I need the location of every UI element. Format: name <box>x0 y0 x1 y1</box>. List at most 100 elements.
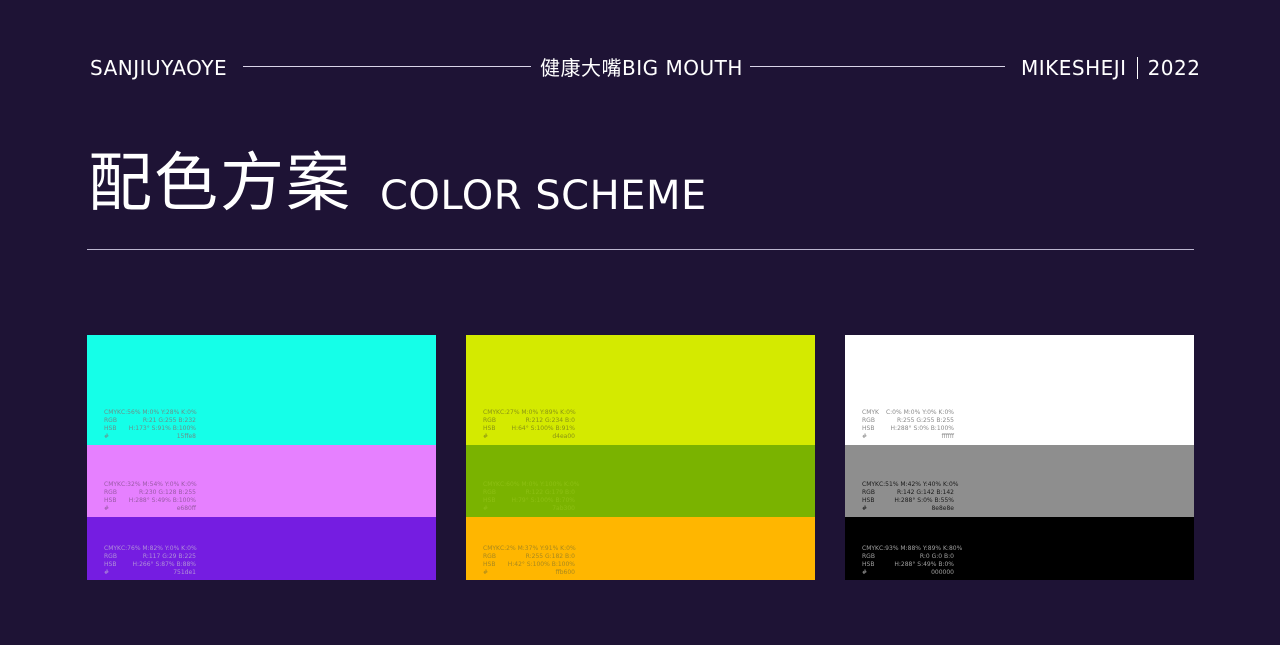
header-left-text: SANJIUYAOYE <box>90 56 228 80</box>
color-info-value: R:0 G:0 B:0 <box>919 553 954 560</box>
color-info: CMYK C:60% M:0% Y:100% K:0% RGB R:122 G:179… <box>483 481 579 513</box>
color-info-value: H:288° S:49% B:100% <box>128 497 196 504</box>
color-info-value: 8e8e8e <box>931 505 954 512</box>
color-info-value: H:42° S:100% B:100% <box>507 561 575 568</box>
color-info-row: CMYK C:0% M:0% Y:0% K:0% <box>862 409 954 417</box>
color-swatch: CMYK C:27% M:0% Y:89% K:0% RGB R:212 G:234 … <box>466 335 815 445</box>
color-info-label: # <box>862 505 868 512</box>
color-info-label: HSB <box>104 497 117 504</box>
color-info-value: H:288° S:49% B:0% <box>894 561 954 568</box>
color-info-value: R:117 G:29 B:225 <box>142 553 196 560</box>
color-info-label: CMYK <box>862 409 879 416</box>
color-info-row: CMYK C:51% M:42% Y:40% K:0% <box>862 481 958 489</box>
color-info-label: RGB <box>483 417 496 424</box>
color-info-row: CMYK C:27% M:0% Y:89% K:0% <box>483 409 576 417</box>
color-info-value: R:21 G:255 B:232 <box>142 417 196 424</box>
page-title-en: COLOR SCHEME <box>380 173 707 219</box>
color-info-row: #751de1 <box>104 569 196 577</box>
color-info-label: RGB <box>483 553 496 560</box>
color-info-label: RGB <box>483 489 496 496</box>
color-info-row: HSB H:266° S:87% B:88% <box>104 561 196 569</box>
color-info-value: 7ab300 <box>552 505 575 512</box>
color-info-row: RGB R:21 G:255 B:232 <box>104 417 196 425</box>
color-info-row: CMYK C:60% M:0% Y:100% K:0% <box>483 481 579 489</box>
color-info-value: C:32% M:54% Y:0% K:0% <box>120 481 197 488</box>
palette-card-1: CMYK C:56% M:0% Y:28% K:0% RGB R:21 G:255 B… <box>87 335 436 580</box>
color-info-value: e680ff <box>176 505 196 512</box>
color-info-label: # <box>104 433 110 440</box>
color-info-row: RGB R:122 G:179 B:0 <box>483 489 575 497</box>
color-swatch: CMYK C:76% M:82% Y:0% K:0% RGB R:117 G:29 B… <box>87 517 436 580</box>
color-swatch: CMYK C:32% M:54% Y:0% K:0% RGB R:230 G:128 … <box>87 445 436 517</box>
header-center-text: 健康大嘴BIG MOUTH <box>540 56 743 80</box>
color-info-value: C:60% M:0% Y:100% K:0% <box>499 481 580 488</box>
color-info-row: CMYK C:93% M:88% Y:89% K:80% <box>862 545 962 553</box>
color-info-row: HSB H:64° S:100% B:91% <box>483 425 575 433</box>
color-info-row: RGB R:212 G:234 B:0 <box>483 417 575 425</box>
color-info-label: CMYK <box>483 545 500 552</box>
color-info-label: # <box>104 569 110 576</box>
brand-name: MIKESHEJI <box>1021 56 1127 80</box>
color-info-row: HSB H:288° S:49% B:100% <box>104 497 196 505</box>
color-info-label: HSB <box>104 561 117 568</box>
color-info-label: # <box>862 569 868 576</box>
color-info-value: C:76% M:82% Y:0% K:0% <box>120 545 197 552</box>
color-info-value: C:0% M:0% Y:0% K:0% <box>885 409 954 416</box>
color-info-row: RGB R:142 G:142 B:142 <box>862 489 954 497</box>
header-line-right <box>750 66 1005 67</box>
color-info-label: CMYK <box>104 481 121 488</box>
color-info-label: CMYK <box>104 409 121 416</box>
color-info-value: H:288° S:0% B:100% <box>890 425 954 432</box>
header-right: MIKESHEJI 2022 <box>1021 56 1200 80</box>
color-info-row: # ffffff <box>862 433 954 441</box>
color-info-row: HSB H:42° S:100% B:100% <box>483 561 575 569</box>
color-info-label: # <box>483 433 489 440</box>
color-info-row: # ffb600 <box>483 569 575 577</box>
color-info-label: RGB <box>862 553 875 560</box>
color-info-value: H:79° S:100% B:70% <box>511 497 575 504</box>
color-info-row: #7ab300 <box>483 505 575 513</box>
color-info: CMYK C:2% M:37% Y:91% K:0% RGB R:255 G:182 … <box>483 545 576 577</box>
color-info-row: HSB H:288° S:49% B:0% <box>862 561 954 569</box>
color-info-row: RGB R:117 G:29 B:225 <box>104 553 196 561</box>
color-info-value: ffffff <box>941 433 954 440</box>
color-info-row: #8e8e8e <box>862 505 954 513</box>
color-info: CMYK C:32% M:54% Y:0% K:0% RGB R:230 G:128 … <box>104 481 197 513</box>
color-info-value: R:122 G:179 B:0 <box>525 489 575 496</box>
color-info-row: CMYK C:56% M:0% Y:28% K:0% <box>104 409 197 417</box>
color-info-row: HSB H:79° S:100% B:70% <box>483 497 575 505</box>
color-info-row: # d4ea00 <box>483 433 575 441</box>
color-info-label: CMYK <box>483 481 500 488</box>
color-info-value: ffb600 <box>555 569 575 576</box>
color-info-label: # <box>483 569 489 576</box>
color-swatch: CMYK C:0% M:0% Y:0% K:0% RGB R:255 G:255 B:… <box>845 335 1194 445</box>
color-swatch: CMYK C:51% M:42% Y:40% K:0% RGB R:142 G:142… <box>845 445 1194 517</box>
color-info-value: 751de1 <box>173 569 196 576</box>
palette-card-2: CMYK C:27% M:0% Y:89% K:0% RGB R:212 G:234 … <box>466 335 815 580</box>
color-info: CMYK C:0% M:0% Y:0% K:0% RGB R:255 G:255 B:… <box>862 409 954 441</box>
title-divider <box>87 249 1194 250</box>
color-info-label: CMYK <box>483 409 500 416</box>
color-info-label: HSB <box>862 497 875 504</box>
color-info-label: HSB <box>862 425 875 432</box>
year: 2022 <box>1147 56 1201 80</box>
color-info-value: R:212 G:234 B:0 <box>525 417 575 424</box>
color-swatch: CMYK C:60% M:0% Y:100% K:0% RGB R:122 G:179… <box>466 445 815 517</box>
color-info: CMYK C:51% M:42% Y:40% K:0% RGB R:142 G:142… <box>862 481 958 513</box>
color-info-label: RGB <box>862 417 875 424</box>
color-swatch: CMYK C:2% M:37% Y:91% K:0% RGB R:255 G:182 … <box>466 517 815 580</box>
color-info-row: RGB R:230 G:128 B:255 <box>104 489 196 497</box>
color-info-value: C:93% M:88% Y:89% K:80% <box>878 545 963 552</box>
color-info: CMYK C:76% M:82% Y:0% K:0% RGB R:117 G:29 B… <box>104 545 197 577</box>
color-info-value: C:56% M:0% Y:28% K:0% <box>120 409 197 416</box>
color-info-label: RGB <box>862 489 875 496</box>
color-info-row: #15ffe8 <box>104 433 196 441</box>
color-info-value: H:288° S:0% B:55% <box>894 497 954 504</box>
header-line-left <box>243 66 531 67</box>
color-info-row: # e680ff <box>104 505 196 513</box>
color-info-label: CMYK <box>862 545 879 552</box>
color-info-value: H:64° S:100% B:91% <box>511 425 575 432</box>
color-info-row: CMYK C:76% M:82% Y:0% K:0% <box>104 545 197 553</box>
color-info-label: # <box>104 505 110 512</box>
color-info: CMYK C:27% M:0% Y:89% K:0% RGB R:212 G:234 … <box>483 409 576 441</box>
